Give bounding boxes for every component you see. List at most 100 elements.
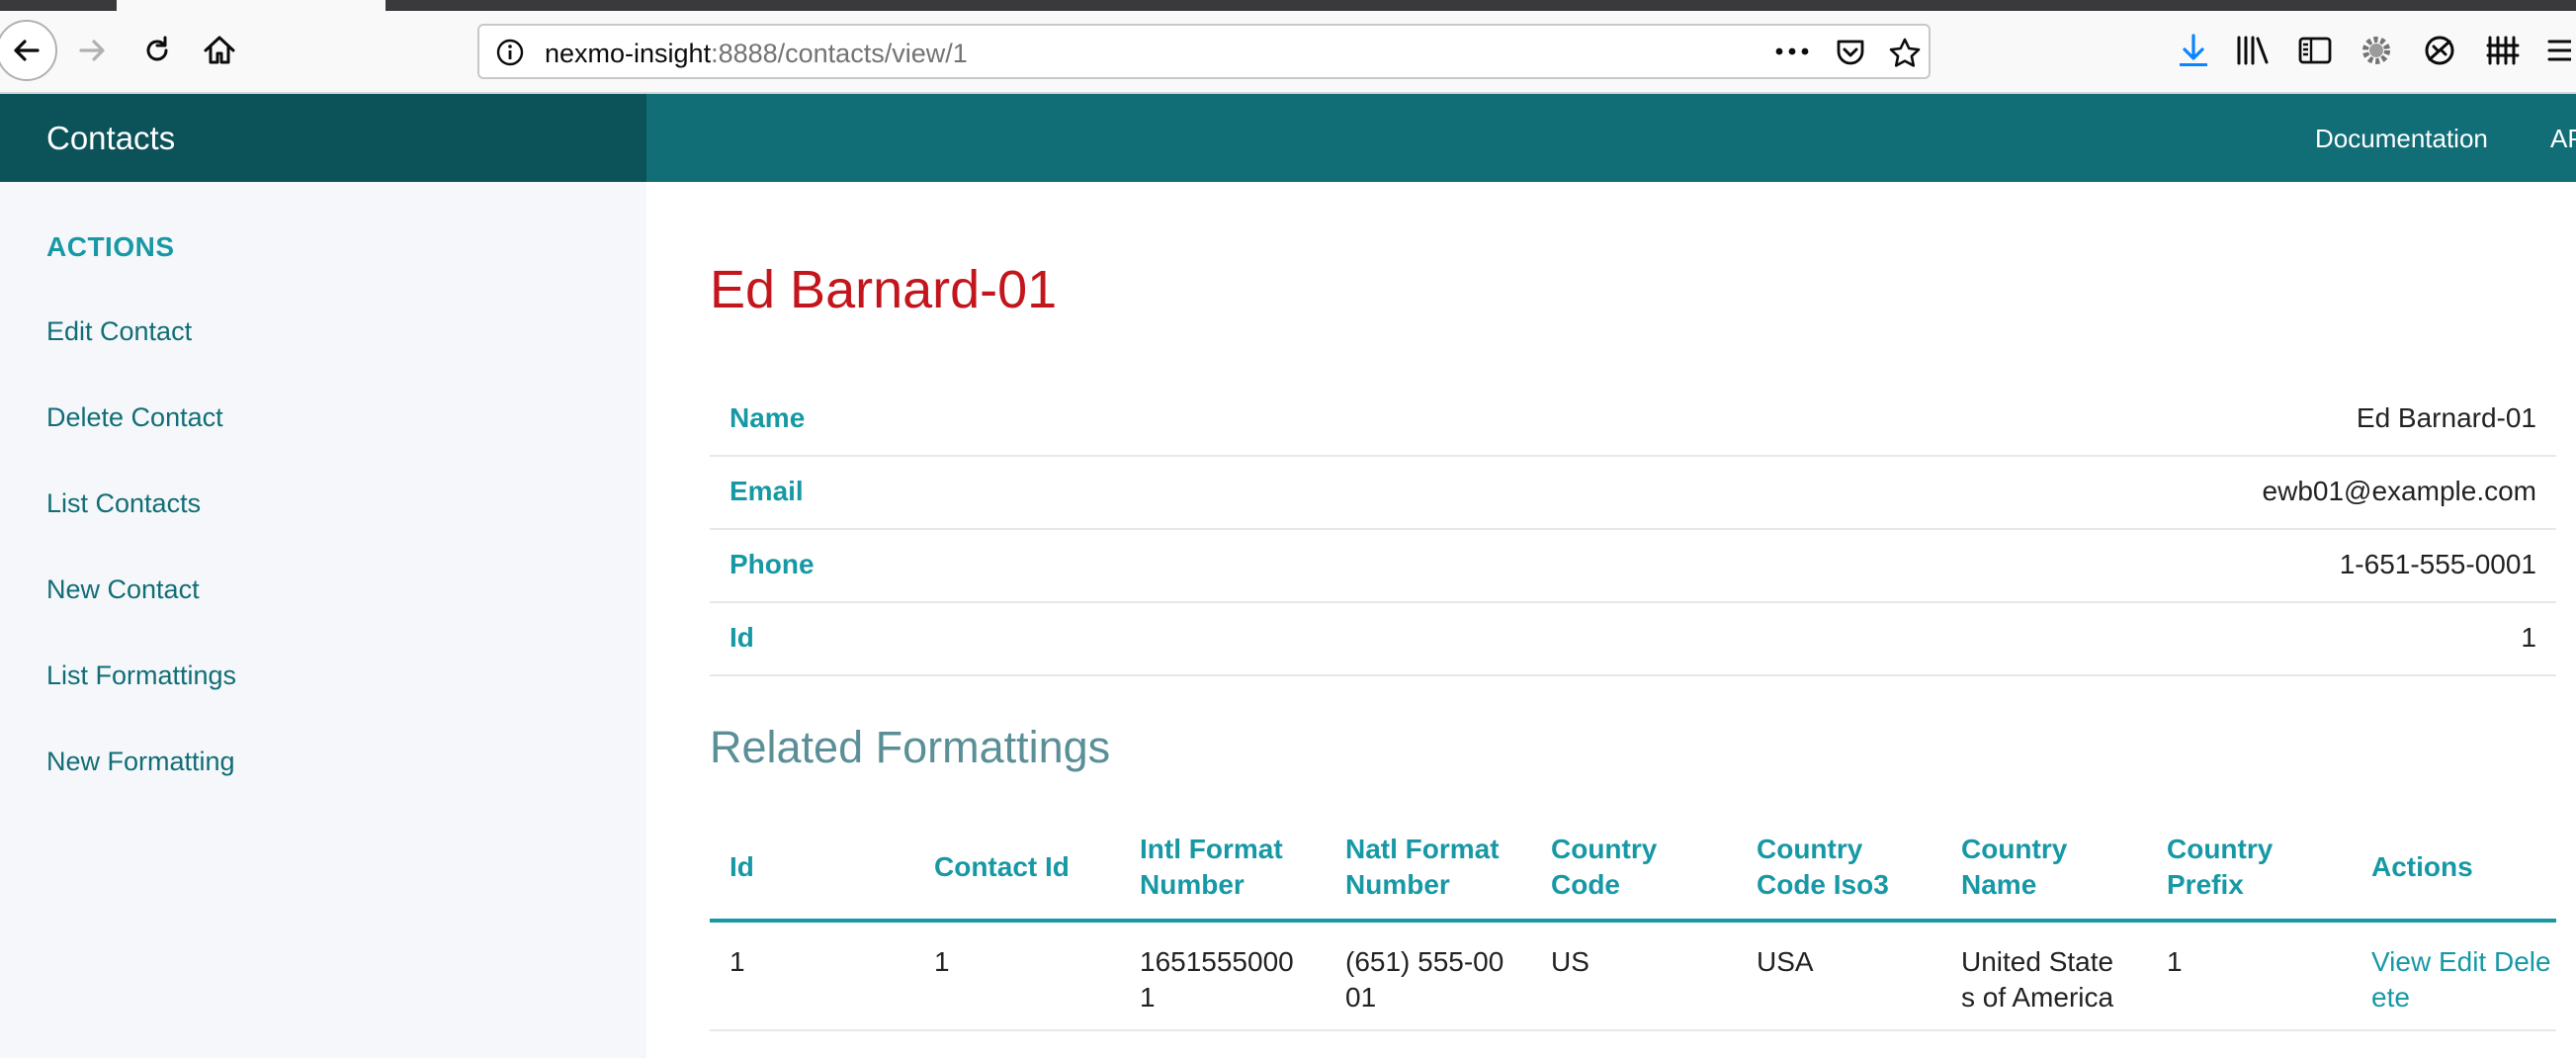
column-header-country-prefix[interactable]: Country Prefix — [2167, 832, 2364, 903]
extension-sync-icon — [2425, 36, 2454, 65]
column-header-country-code[interactable]: Country Code — [1551, 832, 1749, 903]
cell-country-code: US — [1551, 946, 1589, 977]
row-actions-links[interactable]: ete — [2371, 982, 2410, 1013]
menu-icon — [2547, 40, 2571, 61]
detail-label: Email — [730, 476, 804, 506]
detail-row-email: Email ewb01@example.com — [710, 455, 2556, 530]
column-header-id[interactable]: Id — [730, 849, 927, 885]
sidebar-item-delete-contact[interactable]: Delete Contact — [46, 402, 223, 433]
back-button[interactable] — [0, 20, 57, 81]
more-icon[interactable] — [1774, 45, 1810, 57]
library-button[interactable] — [2224, 22, 2281, 79]
detail-value: 1-651-555-0001 — [2339, 549, 2536, 579]
table-row-divider — [710, 1029, 2556, 1031]
tab-strip — [0, 0, 2576, 11]
header-line: Id — [730, 851, 754, 882]
related-title: Related Formattings — [710, 722, 1111, 772]
cell-country-name: United State s of America — [1961, 944, 2149, 1015]
cell-line: s of America — [1961, 982, 2114, 1013]
column-header-actions: Actions — [2371, 849, 2569, 885]
cell-id: 1 — [730, 946, 745, 977]
header-line: Code — [1551, 869, 1620, 900]
menu-button[interactable] — [2536, 22, 2576, 79]
app-header: Contacts Documentation AP — [0, 94, 2576, 182]
header-line: Intl Format — [1140, 834, 1283, 864]
forward-button[interactable] — [63, 22, 121, 79]
header-line: Contact Id — [934, 851, 1070, 882]
detail-label: Id — [730, 622, 754, 653]
sidebar-item-new-formatting[interactable]: New Formatting — [46, 747, 235, 777]
reload-icon — [146, 36, 168, 61]
back-icon — [14, 40, 40, 61]
download-icon — [2180, 34, 2207, 66]
detail-label: Phone — [730, 549, 815, 579]
sidebar: ACTIONS Edit Contact Delete Contact List… — [0, 182, 646, 1058]
header-line: Natl Format — [1345, 834, 1500, 864]
cell-line: United State — [1961, 946, 2114, 977]
url-host: nexmo-insight — [545, 39, 712, 68]
sidebar-item-new-contact[interactable]: New Contact — [46, 574, 200, 605]
cell-line: 01 — [1345, 982, 1377, 1013]
url-path: :8888/contacts/view/1 — [711, 39, 968, 68]
extension-gear-icon — [2362, 37, 2390, 64]
detail-row-id: Id 1 — [710, 601, 2556, 676]
detail-value: 1 — [2521, 622, 2536, 653]
detail-value: Ed Barnard-01 — [2356, 402, 2536, 433]
cell-line: 1 — [1140, 982, 1156, 1013]
nav-documentation[interactable]: Documentation — [2315, 124, 2488, 154]
tab-background — [0, 0, 117, 11]
browser-toolbar: nexmo-insight:8888/contacts/view/1 — [0, 11, 2576, 94]
tab-background — [386, 0, 2576, 11]
nav-api[interactable]: AP — [2550, 124, 2576, 154]
url-text[interactable]: nexmo-insight:8888/contacts/view/1 — [545, 39, 968, 69]
header-line: Code Iso3 — [1757, 869, 1889, 900]
cell-actions[interactable]: View Edit Dele ete — [2371, 944, 2559, 1015]
detail-value: ewb01@example.com — [2262, 476, 2536, 506]
detail-row-name: Name Ed Barnard-01 — [710, 382, 2556, 457]
cell-natl-format-number: (651) 555-00 01 — [1345, 944, 1533, 1015]
cell-country-prefix: 1 — [2167, 946, 2183, 977]
sidebar-button[interactable] — [2286, 22, 2344, 79]
star-icon[interactable] — [1887, 36, 1923, 71]
sidebar-heading: ACTIONS — [46, 231, 175, 262]
column-header-country-code-iso3[interactable]: Country Code Iso3 — [1757, 832, 1954, 903]
header-line: Name — [1961, 869, 2037, 900]
reload-button[interactable] — [129, 22, 186, 79]
brand[interactable]: Contacts — [0, 94, 646, 182]
cell-country-code-iso3: USA — [1757, 946, 1814, 977]
cell-line: (651) 555-00 — [1345, 946, 1504, 977]
brand-title[interactable]: Contacts — [46, 120, 175, 157]
page-title: Ed Barnard-01 — [710, 260, 1058, 319]
library-icon — [2237, 36, 2269, 65]
home-button[interactable] — [191, 22, 248, 79]
extension-gear-button[interactable] — [2348, 22, 2405, 79]
column-header-country-name[interactable]: Country Name — [1961, 832, 2159, 903]
column-header-intl-format-number[interactable]: Intl Format Number — [1140, 832, 1337, 903]
header-line: Number — [1345, 869, 1450, 900]
sidebar-item-edit-contact[interactable]: Edit Contact — [46, 316, 192, 347]
detail-row-phone: Phone 1-651-555-0001 — [710, 528, 2556, 603]
downloads-button[interactable] — [2165, 22, 2222, 79]
extension-sync-button[interactable] — [2411, 22, 2468, 79]
table-header-divider — [710, 919, 2556, 923]
cell-line: 1651555000 — [1140, 946, 1294, 977]
address-bar[interactable]: nexmo-insight:8888/contacts/view/1 — [477, 24, 1931, 79]
cell-intl-format-number: 1651555000 1 — [1140, 944, 1328, 1015]
extension-grid-icon — [2486, 36, 2520, 65]
header-line: Number — [1140, 869, 1245, 900]
header-line: Country — [1551, 834, 1658, 864]
info-icon[interactable] — [495, 38, 525, 67]
header-line: Country — [1961, 834, 2068, 864]
forward-icon — [79, 40, 105, 61]
sidebar-icon — [2298, 37, 2332, 64]
extension-grid-button[interactable] — [2474, 22, 2532, 79]
header-line: Actions — [2371, 851, 2473, 882]
row-actions-links[interactable]: View Edit Dele — [2371, 946, 2551, 977]
header-line: Country — [2167, 834, 2274, 864]
pocket-icon[interactable] — [1834, 36, 1867, 69]
sidebar-item-list-formattings[interactable]: List Formattings — [46, 661, 236, 691]
sidebar-item-list-contacts[interactable]: List Contacts — [46, 488, 201, 519]
column-header-contact-id[interactable]: Contact Id — [934, 849, 1132, 885]
column-header-natl-format-number[interactable]: Natl Format Number — [1345, 832, 1543, 903]
header-line: Country — [1757, 834, 1863, 864]
